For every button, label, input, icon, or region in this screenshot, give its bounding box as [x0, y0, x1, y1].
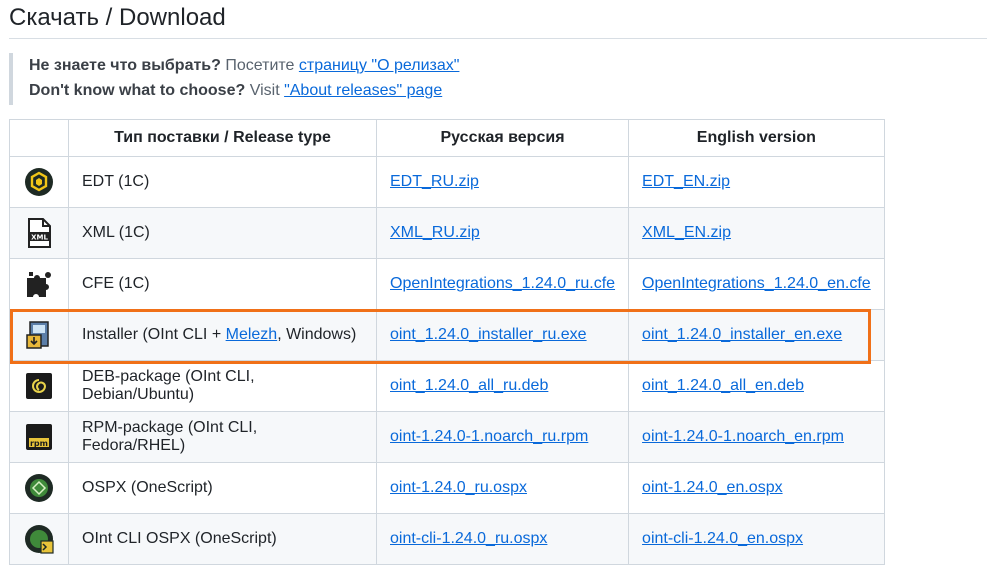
- table-row: XML XML (1C) XML_RU.zip XML_EN.zip: [9, 207, 885, 259]
- release-type: RPM-package (OInt CLI, Fedora/RHEL): [68, 411, 377, 463]
- download-link-en[interactable]: oint-cli-1.24.0_en.ospx: [642, 530, 803, 547]
- download-link-ru[interactable]: oint-1.24.0_ru.ospx: [390, 479, 527, 496]
- ru-cell: oint-cli-1.24.0_ru.ospx: [375, 513, 630, 565]
- installer-icon: [9, 309, 69, 361]
- note-en-question: Don't know what to choose?: [29, 82, 246, 99]
- en-cell: oint-cli-1.24.0_en.ospx: [628, 513, 885, 565]
- ru-cell: XML_RU.zip: [375, 207, 630, 259]
- page-title: Скачать / Download: [9, 4, 226, 31]
- release-type: CFE (1C): [68, 258, 377, 310]
- release-type: EDT (1C): [68, 156, 377, 208]
- onescript-icon: [9, 462, 69, 514]
- release-type: DEB-package (OInt CLI, Debian/Ubuntu): [68, 360, 377, 412]
- svg-text:rpm: rpm: [30, 439, 48, 448]
- ru-cell: OpenIntegrations_1.24.0_ru.cfe: [375, 258, 630, 310]
- release-type-text-end: , Windows): [277, 326, 357, 343]
- note-ru: Не знаете что выбрать? Посетите страницу…: [29, 53, 459, 78]
- release-type: OSPX (OneScript): [68, 462, 377, 514]
- en-cell: EDT_EN.zip: [628, 156, 885, 208]
- icon-column-header: [9, 119, 69, 157]
- deb-package-icon: [9, 360, 69, 412]
- download-link-ru[interactable]: EDT_RU.zip: [390, 173, 479, 190]
- en-cell: oint-1.24.0-1.noarch_en.rpm: [628, 411, 885, 463]
- releases-link-en[interactable]: "About releases" page: [284, 82, 442, 99]
- ru-cell: oint_1.24.0_all_ru.deb: [375, 360, 630, 412]
- ru-cell: oint-1.24.0-1.noarch_ru.rpm: [375, 411, 630, 463]
- download-link-en[interactable]: oint-1.24.0-1.noarch_en.rpm: [642, 428, 844, 445]
- download-link-ru[interactable]: oint_1.24.0_all_ru.deb: [390, 377, 548, 394]
- release-type-header: Тип поставки / Release type: [68, 119, 377, 157]
- en-cell: oint_1.24.0_all_en.deb: [628, 360, 885, 412]
- note-ru-text: Посетите: [220, 57, 299, 74]
- ru-cell: EDT_RU.zip: [375, 156, 630, 208]
- download-link-en[interactable]: XML_EN.zip: [642, 224, 731, 241]
- table-row: Installer (OInt CLI + Melezh, Windows) o…: [9, 309, 885, 361]
- en-cell: XML_EN.zip: [628, 207, 885, 259]
- release-type-text: Installer (OInt CLI +: [82, 326, 226, 343]
- download-link-en[interactable]: EDT_EN.zip: [642, 173, 730, 190]
- ru-cell: oint_1.24.0_installer_ru.exe: [375, 309, 630, 361]
- table-header-row: Тип поставки / Release type Русская верс…: [9, 119, 885, 157]
- melezh-link[interactable]: Melezh: [226, 326, 278, 343]
- russian-version-header: Русская версия: [375, 119, 630, 157]
- english-version-header: English version: [628, 119, 885, 157]
- download-link-en[interactable]: oint-1.24.0_en.ospx: [642, 479, 783, 496]
- release-type: XML (1C): [68, 207, 377, 259]
- svg-text:XML: XML: [31, 234, 48, 242]
- downloads-table: Тип поставки / Release type Русская верс…: [9, 119, 885, 565]
- puzzle-icon: [9, 258, 69, 310]
- release-type: OInt CLI OSPX (OneScript): [68, 513, 377, 565]
- table-row: rpm RPM-package (OInt CLI, Fedora/RHEL) …: [9, 411, 885, 463]
- download-link-ru[interactable]: oint-1.24.0-1.noarch_ru.rpm: [390, 428, 588, 445]
- table-row: OInt CLI OSPX (OneScript) oint-cli-1.24.…: [9, 513, 885, 565]
- releases-link-ru[interactable]: страницу "О релизах": [299, 57, 460, 74]
- en-cell: oint-1.24.0_en.ospx: [628, 462, 885, 514]
- onescript-cli-icon: [9, 513, 69, 565]
- table-row: DEB-package (OInt CLI, Debian/Ubuntu) oi…: [9, 360, 885, 412]
- xml-file-icon: XML: [9, 207, 69, 259]
- rpm-package-icon: rpm: [9, 411, 69, 463]
- download-link-en[interactable]: oint_1.24.0_all_en.deb: [642, 377, 804, 394]
- ru-cell: oint-1.24.0_ru.ospx: [375, 462, 630, 514]
- download-link-ru[interactable]: XML_RU.zip: [390, 224, 480, 241]
- note-ru-question: Не знаете что выбрать?: [29, 57, 221, 74]
- download-link-ru[interactable]: oint-cli-1.24.0_ru.ospx: [390, 530, 547, 547]
- download-link-en[interactable]: oint_1.24.0_installer_en.exe: [642, 326, 842, 343]
- edt-icon: [9, 156, 69, 208]
- table-row: EDT (1C) EDT_RU.zip EDT_EN.zip: [9, 156, 885, 208]
- en-cell: OpenIntegrations_1.24.0_en.cfe: [628, 258, 885, 310]
- download-link-ru[interactable]: oint_1.24.0_installer_ru.exe: [390, 326, 587, 343]
- releases-note: Не знаете что выбрать? Посетите страницу…: [9, 53, 459, 105]
- download-link-ru[interactable]: OpenIntegrations_1.24.0_ru.cfe: [390, 275, 615, 292]
- en-cell: oint_1.24.0_installer_en.exe: [628, 309, 885, 361]
- release-type: Installer (OInt CLI + Melezh, Windows): [68, 309, 377, 361]
- download-link-en[interactable]: OpenIntegrations_1.24.0_en.cfe: [642, 275, 871, 292]
- note-en: Don't know what to choose? Visit "About …: [29, 78, 459, 103]
- note-en-text: Visit: [245, 82, 285, 99]
- heading-divider: [9, 38, 987, 39]
- table-row: OSPX (OneScript) oint-1.24.0_ru.ospx oin…: [9, 462, 885, 514]
- table-row: CFE (1C) OpenIntegrations_1.24.0_ru.cfe …: [9, 258, 885, 310]
